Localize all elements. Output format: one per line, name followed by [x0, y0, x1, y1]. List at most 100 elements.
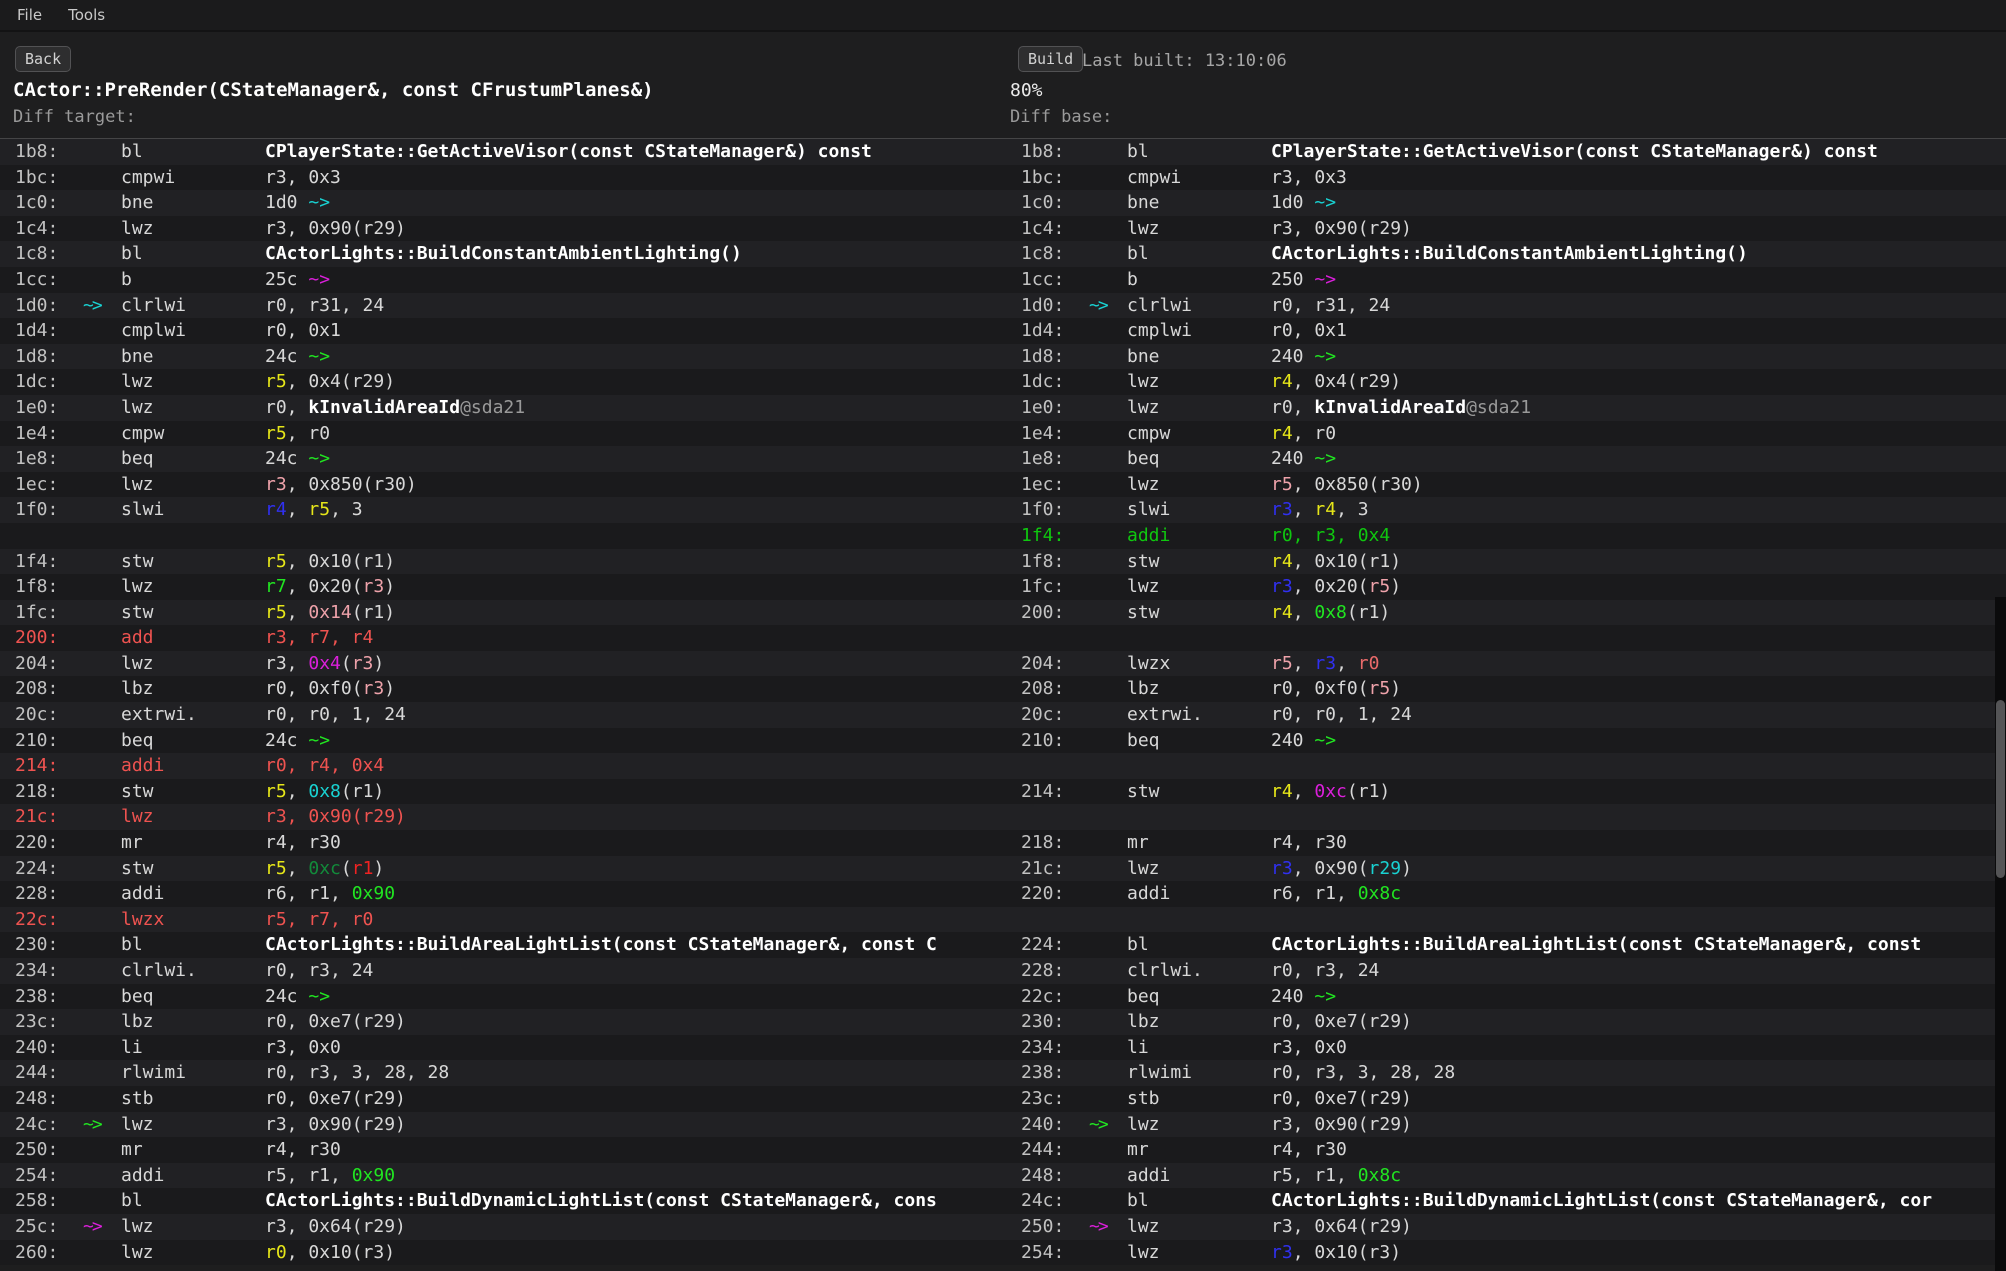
code-row[interactable]: 1f4:stwr5, 0x10(r1): [0, 549, 1003, 575]
code-row[interactable]: 220:mrr4, r30: [0, 830, 1003, 856]
code-row[interactable]: 218:mrr4, r30: [1003, 830, 2006, 856]
code-row[interactable]: 1f8:stwr4, 0x10(r1): [1003, 549, 2006, 575]
code-row[interactable]: 234:lir3, 0x0: [1003, 1035, 2006, 1061]
code-row[interactable]: 1e0:lwzr0, kInvalidAreaId@sda21: [0, 395, 1003, 421]
code-row[interactable]: 248:stbr0, 0xe7(r29): [0, 1086, 1003, 1112]
code-row[interactable]: 210:beq24c ~>: [0, 728, 1003, 754]
code-row[interactable]: 244:rlwimir0, r3, 3, 28, 28: [0, 1060, 1003, 1086]
code-row[interactable]: 23c:stbr0, 0xe7(r29): [1003, 1086, 2006, 1112]
instruction-args: r3, 0x3: [1271, 165, 1347, 191]
instruction-args: r5, 0x8(r1): [265, 779, 384, 805]
menu-file[interactable]: File: [17, 6, 42, 24]
code-row[interactable]: 238:rlwimir0, r3, 3, 28, 28: [1003, 1060, 2006, 1086]
code-row[interactable]: 220:addir6, r1, 0x8c: [1003, 881, 2006, 907]
code-row[interactable]: 1b8:blCPlayerState::GetActiveVisor(const…: [0, 139, 1003, 165]
code-row[interactable]: 258:blCActorLights::BuildDynamicLightLis…: [0, 1188, 1003, 1214]
code-row[interactable]: 238:beq24c ~>: [0, 984, 1003, 1010]
code-row[interactable]: 1bc:cmpwir3, 0x3: [1003, 165, 2006, 191]
scrollbar-thumb[interactable]: [1996, 700, 2005, 878]
code-row[interactable]: 1d0:~>clrlwir0, r31, 24: [0, 293, 1003, 319]
code-row[interactable]: 1e0:lwzr0, kInvalidAreaId@sda21: [1003, 395, 2006, 421]
code-row[interactable]: 228:addir6, r1, 0x90: [0, 881, 1003, 907]
code-row[interactable]: 230:blCActorLights::BuildAreaLightList(c…: [0, 932, 1003, 958]
code-row[interactable]: 1cc:b25c ~>: [0, 267, 1003, 293]
code-row[interactable]: 20c:extrwi.r0, r0, 1, 24: [0, 702, 1003, 728]
code-row[interactable]: 240:~>lwzr3, 0x90(r29): [1003, 1112, 2006, 1138]
code-row[interactable]: 1b8:blCPlayerState::GetActiveVisor(const…: [1003, 139, 2006, 165]
code-row[interactable]: 1f0:slwir3, r4, 3: [1003, 497, 2006, 523]
code-row[interactable]: 1f8:lwzr7, 0x20(r3): [0, 574, 1003, 600]
code-row[interactable]: 1ec:lwzr5, 0x850(r30): [1003, 472, 2006, 498]
code-row[interactable]: 200:addr3, r7, r4: [0, 625, 1003, 651]
menu-tools[interactable]: Tools: [68, 6, 105, 24]
back-button[interactable]: Back: [15, 46, 71, 72]
code-row[interactable]: 24c:blCActorLights::BuildDynamicLightLis…: [1003, 1188, 2006, 1214]
code-row[interactable]: 1d4:cmplwir0, 0x1: [1003, 318, 2006, 344]
code-row[interactable]: 1fc:stwr5, 0x14(r1): [0, 600, 1003, 626]
scrollbar[interactable]: [1995, 597, 2006, 1271]
code-row[interactable]: 1f4:addir0, r3, 0x4: [1003, 523, 2006, 549]
code-row[interactable]: 1dc:lwzr5, 0x4(r29): [0, 369, 1003, 395]
code-row[interactable]: 21c:lwzr3, 0x90(r29): [1003, 856, 2006, 882]
code-row[interactable]: 22c:lwzxr5, r7, r0: [0, 907, 1003, 933]
code-row[interactable]: 22c:beq240 ~>: [1003, 984, 2006, 1010]
code-row[interactable]: 230:lbzr0, 0xe7(r29): [1003, 1009, 2006, 1035]
diff-base-label: Diff base:: [1010, 107, 1112, 127]
code-row[interactable]: 218:stwr5, 0x8(r1): [0, 779, 1003, 805]
code-row[interactable]: 1c8:blCActorLights::BuildConstantAmbient…: [0, 241, 1003, 267]
code-row[interactable]: 25c:~>lwzr3, 0x64(r29): [0, 1214, 1003, 1240]
instruction-address: 1c0:: [1021, 190, 1064, 216]
code-row[interactable]: 260:lwzr0, 0x10(r3): [0, 1240, 1003, 1266]
code-row[interactable]: 228:clrlwi.r0, r3, 24: [1003, 958, 2006, 984]
code-row[interactable]: 250:mrr4, r30: [0, 1137, 1003, 1163]
code-row[interactable]: 224:stwr5, 0xc(r1): [0, 856, 1003, 882]
code-row[interactable]: 244:mrr4, r30: [1003, 1137, 2006, 1163]
code-row[interactable]: 204:lwzxr5, r3, r0: [1003, 651, 2006, 677]
code-row[interactable]: 1ec:lwzr3, 0x850(r30): [0, 472, 1003, 498]
code-row[interactable]: 21c:lwzr3, 0x90(r29): [0, 804, 1003, 830]
code-row[interactable]: 1d8:bne24c ~>: [0, 344, 1003, 370]
code-row[interactable]: 1c4:lwzr3, 0x90(r29): [0, 216, 1003, 242]
code-row[interactable]: 23c:lbzr0, 0xe7(r29): [0, 1009, 1003, 1035]
code-row[interactable]: 248:addir5, r1, 0x8c: [1003, 1163, 2006, 1189]
code-row[interactable]: 1dc:lwzr4, 0x4(r29): [1003, 369, 2006, 395]
instruction-address: 20c:: [15, 702, 58, 728]
code-row[interactable]: 1d4:cmplwir0, 0x1: [0, 318, 1003, 344]
code-row[interactable]: 1c0:bne1d0 ~>: [1003, 190, 2006, 216]
code-row[interactable]: 1f0:slwir4, r5, 3: [0, 497, 1003, 523]
instruction-address: 22c:: [1021, 984, 1064, 1010]
code-row[interactable]: 200:stwr4, 0x8(r1): [1003, 600, 2006, 626]
code-row[interactable]: 204:lwzr3, 0x4(r3): [0, 651, 1003, 677]
code-row[interactable]: 1bc:cmpwir3, 0x3: [0, 165, 1003, 191]
code-row[interactable]: 1e4:cmpwr5, r0: [0, 421, 1003, 447]
code-row[interactable]: 1cc:b250 ~>: [1003, 267, 2006, 293]
code-row[interactable]: 1d8:bne240 ~>: [1003, 344, 2006, 370]
code-row[interactable]: 1c8:blCActorLights::BuildConstantAmbient…: [1003, 241, 2006, 267]
code-row[interactable]: 234:clrlwi.r0, r3, 24: [0, 958, 1003, 984]
code-row[interactable]: 20c:extrwi.r0, r0, 1, 24: [1003, 702, 2006, 728]
code-row[interactable]: 254:addir5, r1, 0x90: [0, 1163, 1003, 1189]
instruction-address: 204:: [15, 651, 58, 677]
code-row[interactable]: 208:lbzr0, 0xf0(r3): [0, 676, 1003, 702]
code-row[interactable]: 208:lbzr0, 0xf0(r5): [1003, 676, 2006, 702]
code-row[interactable]: 1e4:cmpwr4, r0: [1003, 421, 2006, 447]
code-row[interactable]: 214:addir0, r4, 0x4: [0, 753, 1003, 779]
instruction-args: r0, 0xe7(r29): [1271, 1086, 1412, 1112]
code-row[interactable]: 250:~>lwzr3, 0x64(r29): [1003, 1214, 2006, 1240]
code-row[interactable]: 1c4:lwzr3, 0x90(r29): [1003, 216, 2006, 242]
code-row[interactable]: 1d0:~>clrlwir0, r31, 24: [1003, 293, 2006, 319]
code-row[interactable]: 214:stwr4, 0xc(r1): [1003, 779, 2006, 805]
instruction-mnemonic: lbz: [1127, 676, 1160, 702]
instruction-mnemonic: bl: [121, 139, 143, 165]
code-row[interactable]: 210:beq240 ~>: [1003, 728, 2006, 754]
code-row[interactable]: 24c:~>lwzr3, 0x90(r29): [0, 1112, 1003, 1138]
code-row[interactable]: 224:blCActorLights::BuildAreaLightList(c…: [1003, 932, 2006, 958]
code-row[interactable]: 1e8:beq240 ~>: [1003, 446, 2006, 472]
code-row[interactable]: 254:lwzr3, 0x10(r3): [1003, 1240, 2006, 1266]
build-button[interactable]: Build: [1018, 46, 1083, 72]
code-row[interactable]: 1e8:beq24c ~>: [0, 446, 1003, 472]
code-row[interactable]: 240:lir3, 0x0: [0, 1035, 1003, 1061]
code-row[interactable]: 1fc:lwzr3, 0x20(r5): [1003, 574, 2006, 600]
code-row[interactable]: 1c0:bne1d0 ~>: [0, 190, 1003, 216]
instruction-mnemonic: bl: [121, 241, 143, 267]
